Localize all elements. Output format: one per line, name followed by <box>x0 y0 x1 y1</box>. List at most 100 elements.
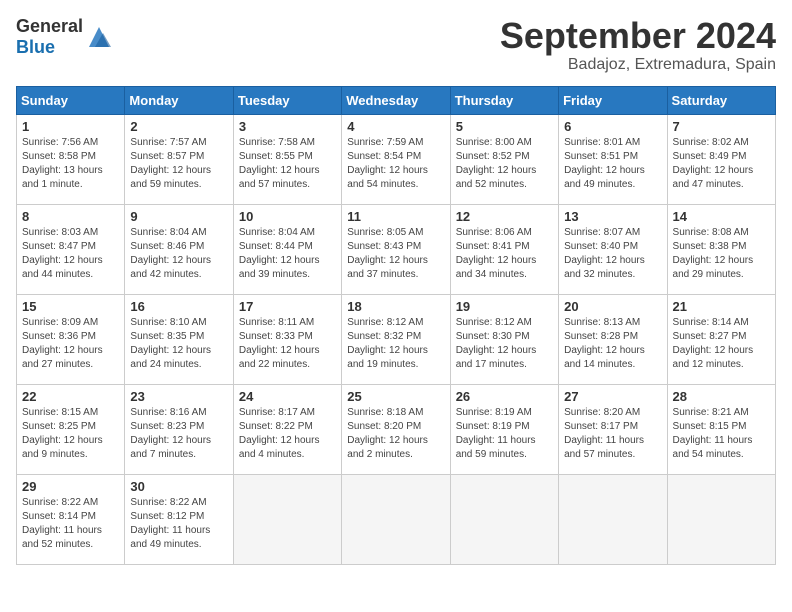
day-info-19: Sunrise: 8:12 AM Sunset: 8:30 PM Dayligh… <box>456 316 553 372</box>
day-cell-25: 25 Sunrise: 8:18 AM Sunset: 8:20 PM Dayli… <box>342 384 450 474</box>
day-num-2: 2 <box>130 119 227 134</box>
day-num-10: 10 <box>239 209 336 224</box>
day-cell-18: 18 Sunrise: 8:12 AM Sunset: 8:32 PM Dayli… <box>342 294 450 384</box>
day-num-23: 23 <box>130 389 227 404</box>
day-info-1: Sunrise: 7:56 AM Sunset: 8:58 PM Dayligh… <box>22 136 119 192</box>
location: Badajoz, Extremadura, Spain <box>500 56 776 74</box>
day-cell-21: 21Sunrise: 8:14 AM Sunset: 8:27 PM Dayli… <box>667 294 775 384</box>
day-info-14: Sunrise: 8:08 AM Sunset: 8:38 PM Dayligh… <box>673 226 770 282</box>
day-num-4: 4 <box>347 119 444 134</box>
day-num-16: 16 <box>130 299 227 314</box>
day-num-26: 26 <box>456 389 553 404</box>
day-cell-4: 4 Sunrise: 7:59 AM Sunset: 8:54 PM Daylig… <box>342 114 450 204</box>
day-num-18: 18 <box>347 299 444 314</box>
day-info-18: Sunrise: 8:12 AM Sunset: 8:32 PM Dayligh… <box>347 316 444 372</box>
day-cell-16: 16Sunrise: 8:10 AM Sunset: 8:35 PM Dayli… <box>125 294 233 384</box>
day-num-5: 5 <box>456 119 553 134</box>
day-info-29: Sunrise: 8:22 AM Sunset: 8:14 PM Dayligh… <box>22 496 119 552</box>
day-num-28: 28 <box>673 389 770 404</box>
day-num-19: 19 <box>456 299 553 314</box>
col-header-sunday: Sunday <box>17 86 125 114</box>
day-info-22: Sunrise: 8:15 AM Sunset: 8:25 PM Dayligh… <box>22 406 119 462</box>
day-cell-19: 19 Sunrise: 8:12 AM Sunset: 8:30 PM Dayli… <box>450 294 558 384</box>
day-cell-24: 24Sunrise: 8:17 AM Sunset: 8:22 PM Dayli… <box>233 384 341 474</box>
day-cell-22: 22 Sunrise: 8:15 AM Sunset: 8:25 PM Dayli… <box>17 384 125 474</box>
day-cell-empty-4-4 <box>450 474 558 564</box>
day-info-5: Sunrise: 8:00 AM Sunset: 8:52 PM Dayligh… <box>456 136 553 192</box>
col-header-monday: Monday <box>125 86 233 114</box>
page-header: General Blue September 2024 Badajoz, Ext… <box>16 16 776 74</box>
day-cell-3: 3 Sunrise: 7:58 AM Sunset: 8:55 PM Daylig… <box>233 114 341 204</box>
day-cell-14: 14 Sunrise: 8:08 AM Sunset: 8:38 PM Dayli… <box>667 204 775 294</box>
day-cell-20: 20 Sunrise: 8:13 AM Sunset: 8:28 PM Dayli… <box>559 294 667 384</box>
day-info-4: Sunrise: 7:59 AM Sunset: 8:54 PM Dayligh… <box>347 136 444 192</box>
week-row-4: 22 Sunrise: 8:15 AM Sunset: 8:25 PM Dayli… <box>17 384 776 474</box>
col-header-tuesday: Tuesday <box>233 86 341 114</box>
week-row-3: 15Sunrise: 8:09 AM Sunset: 8:36 PM Dayli… <box>17 294 776 384</box>
day-info-2: Sunrise: 7:57 AM Sunset: 8:57 PM Dayligh… <box>130 136 227 192</box>
day-num-22: 22 <box>22 389 119 404</box>
day-info-9: Sunrise: 8:04 AM Sunset: 8:46 PM Dayligh… <box>130 226 227 282</box>
day-num-29: 29 <box>22 479 119 494</box>
month-title: September 2024 <box>500 16 776 56</box>
day-info-28: Sunrise: 8:21 AM Sunset: 8:15 PM Dayligh… <box>673 406 770 462</box>
logo-blue: Blue <box>16 37 55 57</box>
week-row-5: 29 Sunrise: 8:22 AM Sunset: 8:14 PM Dayli… <box>17 474 776 564</box>
week-row-1: 1 Sunrise: 7:56 AM Sunset: 8:58 PM Daylig… <box>17 114 776 204</box>
day-cell-10: 10 Sunrise: 8:04 AM Sunset: 8:44 PM Dayli… <box>233 204 341 294</box>
day-cell-15: 15Sunrise: 8:09 AM Sunset: 8:36 PM Dayli… <box>17 294 125 384</box>
day-info-17: Sunrise: 8:11 AM Sunset: 8:33 PM Dayligh… <box>239 316 336 372</box>
day-cell-2: 2 Sunrise: 7:57 AM Sunset: 8:57 PM Daylig… <box>125 114 233 204</box>
day-info-7: Sunrise: 8:02 AM Sunset: 8:49 PM Dayligh… <box>673 136 770 192</box>
logo-general: General <box>16 16 83 36</box>
day-num-30: 30 <box>130 479 227 494</box>
col-header-saturday: Saturday <box>667 86 775 114</box>
day-cell-9: 9 Sunrise: 8:04 AM Sunset: 8:46 PM Daylig… <box>125 204 233 294</box>
day-cell-11: 11Sunrise: 8:05 AM Sunset: 8:43 PM Dayli… <box>342 204 450 294</box>
day-info-30: Sunrise: 8:22 AM Sunset: 8:12 PM Dayligh… <box>130 496 227 552</box>
day-cell-empty-4-3 <box>342 474 450 564</box>
day-info-27: Sunrise: 8:20 AM Sunset: 8:17 PM Dayligh… <box>564 406 661 462</box>
day-num-6: 6 <box>564 119 661 134</box>
day-num-3: 3 <box>239 119 336 134</box>
day-info-11: Sunrise: 8:05 AM Sunset: 8:43 PM Dayligh… <box>347 226 444 282</box>
col-header-friday: Friday <box>559 86 667 114</box>
logo: General Blue <box>16 16 113 58</box>
day-info-25: Sunrise: 8:18 AM Sunset: 8:20 PM Dayligh… <box>347 406 444 462</box>
day-num-9: 9 <box>130 209 227 224</box>
day-num-27: 27 <box>564 389 661 404</box>
day-cell-12: 12Sunrise: 8:06 AM Sunset: 8:41 PM Dayli… <box>450 204 558 294</box>
day-num-7: 7 <box>673 119 770 134</box>
day-info-21: Sunrise: 8:14 AM Sunset: 8:27 PM Dayligh… <box>673 316 770 372</box>
day-cell-17: 17Sunrise: 8:11 AM Sunset: 8:33 PM Dayli… <box>233 294 341 384</box>
week-row-2: 8Sunrise: 8:03 AM Sunset: 8:47 PM Daylig… <box>17 204 776 294</box>
day-info-8: Sunrise: 8:03 AM Sunset: 8:47 PM Dayligh… <box>22 226 119 282</box>
day-num-13: 13 <box>564 209 661 224</box>
day-num-15: 15 <box>22 299 119 314</box>
day-cell-empty-4-6 <box>667 474 775 564</box>
day-cell-29: 29 Sunrise: 8:22 AM Sunset: 8:14 PM Dayli… <box>17 474 125 564</box>
day-info-3: Sunrise: 7:58 AM Sunset: 8:55 PM Dayligh… <box>239 136 336 192</box>
day-info-10: Sunrise: 8:04 AM Sunset: 8:44 PM Dayligh… <box>239 226 336 282</box>
day-cell-7: 7 Sunrise: 8:02 AM Sunset: 8:49 PM Daylig… <box>667 114 775 204</box>
day-num-1: 1 <box>22 119 119 134</box>
logo-icon <box>85 23 113 51</box>
day-cell-28: 28 Sunrise: 8:21 AM Sunset: 8:15 PM Dayli… <box>667 384 775 474</box>
day-num-14: 14 <box>673 209 770 224</box>
day-cell-1: 1 Sunrise: 7:56 AM Sunset: 8:58 PM Daylig… <box>17 114 125 204</box>
day-cell-13: 13Sunrise: 8:07 AM Sunset: 8:40 PM Dayli… <box>559 204 667 294</box>
header-row: SundayMondayTuesdayWednesdayThursdayFrid… <box>17 86 776 114</box>
day-cell-5: 5 Sunrise: 8:00 AM Sunset: 8:52 PM Daylig… <box>450 114 558 204</box>
day-num-25: 25 <box>347 389 444 404</box>
day-info-20: Sunrise: 8:13 AM Sunset: 8:28 PM Dayligh… <box>564 316 661 372</box>
day-info-26: Sunrise: 8:19 AM Sunset: 8:19 PM Dayligh… <box>456 406 553 462</box>
day-num-20: 20 <box>564 299 661 314</box>
calendar-table: SundayMondayTuesdayWednesdayThursdayFrid… <box>16 86 776 565</box>
day-info-24: Sunrise: 8:17 AM Sunset: 8:22 PM Dayligh… <box>239 406 336 462</box>
day-cell-6: 6Sunrise: 8:01 AM Sunset: 8:51 PM Daylig… <box>559 114 667 204</box>
day-num-12: 12 <box>456 209 553 224</box>
day-cell-8: 8Sunrise: 8:03 AM Sunset: 8:47 PM Daylig… <box>17 204 125 294</box>
logo-text: General Blue <box>16 16 83 58</box>
day-cell-empty-4-2 <box>233 474 341 564</box>
col-header-thursday: Thursday <box>450 86 558 114</box>
